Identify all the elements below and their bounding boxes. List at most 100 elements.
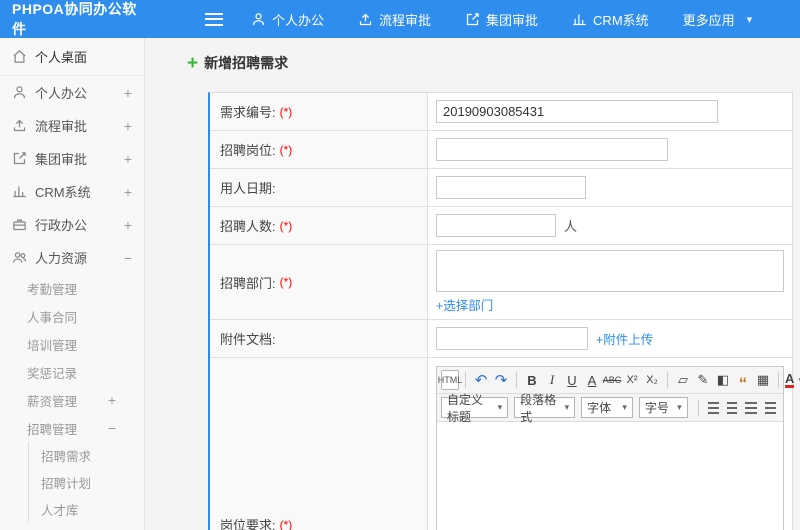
- page-title: + 新增招聘需求: [187, 50, 792, 76]
- sidebar-item-label: 集团审批: [35, 152, 88, 167]
- expand-icon[interactable]: +: [124, 118, 132, 134]
- select-value: 字体: [587, 401, 612, 415]
- table-icon[interactable]: ▦: [754, 370, 772, 390]
- sidebar-item-personal-office[interactable]: 个人办公 +: [0, 76, 144, 109]
- caret-down-icon[interactable]: ▾: [747, 13, 753, 26]
- toolbar-separator: [778, 372, 779, 388]
- sidebar-item-desktop[interactable]: 个人桌面: [0, 38, 144, 76]
- sidebar-item-recruitment[interactable]: 招聘管理 −: [0, 414, 144, 442]
- sidebar-item-group-approval[interactable]: 集团审批 +: [0, 142, 144, 175]
- font-family-select[interactable]: 字体 ▾: [581, 397, 633, 418]
- form-row-department: 招聘部门: (*) +选择部门: [210, 245, 792, 320]
- required-mark: (*): [279, 517, 293, 530]
- sidebar-item-label: 培训管理: [27, 338, 78, 353]
- sidebar-item-attendance[interactable]: 考勤管理: [0, 274, 144, 302]
- recruitment-submenu: 招聘需求 招聘计划 人才库: [28, 442, 144, 523]
- sidebar-item-hr-contract[interactable]: 人事合同: [0, 302, 144, 330]
- headcount-input[interactable]: [436, 214, 556, 237]
- collapse-icon[interactable]: −: [108, 420, 116, 436]
- italic-button[interactable]: I: [543, 370, 561, 390]
- nav-more-apps[interactable]: 更多应用: [683, 10, 735, 29]
- html-source-button[interactable]: HTML: [438, 370, 462, 390]
- nav-workflow-approval[interactable]: 流程审批: [358, 10, 431, 29]
- expand-icon[interactable]: +: [124, 151, 132, 167]
- sidebar-item-label: 考勤管理: [27, 282, 78, 297]
- nav-label: CRM系统: [593, 12, 649, 28]
- custom-heading-select[interactable]: 自定义标题 ▾: [441, 393, 509, 424]
- subscript-button[interactable]: X₂: [643, 370, 661, 390]
- font-color-button[interactable]: A ▾: [785, 370, 800, 390]
- sidebar-item-label: 薪资管理: [27, 394, 78, 409]
- app-logo: PHPOA协同办公软件: [12, 1, 137, 37]
- form-row-job-title: 招聘岗位: (*): [210, 131, 792, 169]
- department-textarea[interactable]: [436, 250, 784, 292]
- form-row-demand-number: 需求编号: (*): [210, 93, 792, 131]
- collapse-icon[interactable]: −: [124, 250, 132, 266]
- demand-number-input[interactable]: [436, 100, 718, 123]
- flow-icon: [358, 12, 373, 27]
- sidebar-item-salary[interactable]: 薪资管理 +: [0, 386, 144, 414]
- paragraph-format-select[interactable]: 段落格式 ▾: [514, 393, 576, 424]
- field-label: 需求编号:: [220, 105, 276, 120]
- sidebar-item-human-resources[interactable]: 人力资源 −: [0, 241, 144, 274]
- align-left-icon[interactable]: [707, 401, 720, 414]
- expand-icon[interactable]: +: [124, 217, 132, 233]
- underline-button[interactable]: U: [563, 370, 581, 390]
- font-size-select[interactable]: 字号 ▾: [638, 397, 688, 418]
- sidebar-item-label: 人力资源: [35, 251, 88, 266]
- office-icon: [12, 217, 27, 232]
- field-label: 岗位要求:: [220, 518, 276, 530]
- expand-icon[interactable]: +: [124, 184, 132, 200]
- hamburger-menu-icon[interactable]: [205, 12, 223, 26]
- caret-down-icon: ▾: [677, 402, 682, 412]
- blockquote-icon[interactable]: “: [734, 370, 752, 392]
- attachment-input[interactable]: [436, 327, 588, 350]
- job-requirements-editor-area[interactable]: [437, 422, 783, 530]
- sidebar-item-workflow-approval[interactable]: 流程审批 +: [0, 109, 144, 142]
- select-value: 自定义标题: [447, 392, 484, 424]
- form-row-hire-date: 用人日期:: [210, 169, 792, 207]
- nav-crm-system[interactable]: CRM系统: [572, 10, 649, 29]
- sidebar-item-label: 人事合同: [27, 310, 78, 325]
- sidebar-item-recruit-plan[interactable]: 招聘计划: [29, 469, 144, 496]
- font-style-a-button[interactable]: A: [583, 370, 601, 390]
- sidebar-item-label: 个人桌面: [35, 50, 88, 65]
- form-row-attachment: 附件文档: +附件上传: [210, 320, 792, 358]
- toolbar-separator: [667, 372, 668, 388]
- required-mark: (*): [279, 104, 293, 119]
- hire-date-input[interactable]: [436, 176, 586, 199]
- align-right-icon[interactable]: [745, 401, 757, 414]
- sidebar-item-talent-pool[interactable]: 人才库: [29, 496, 144, 523]
- sidebar-item-label: 人才库: [41, 504, 79, 518]
- nav-label: 流程审批: [379, 12, 432, 28]
- strikethrough-button[interactable]: ABC: [603, 370, 622, 390]
- expand-icon[interactable]: +: [124, 85, 132, 101]
- sidebar-item-recruit-demand[interactable]: 招聘需求: [29, 442, 144, 469]
- align-center-icon[interactable]: [727, 401, 738, 414]
- undo-icon[interactable]: ↶: [472, 370, 490, 390]
- bold-button[interactable]: B: [523, 370, 541, 390]
- redo-icon[interactable]: ↷: [492, 370, 510, 390]
- sidebar-item-label: 招聘计划: [41, 477, 92, 491]
- topbar: PHPOA协同办公软件 个人办公 流程审批 集团审批 CRM系统 更多应用 ▾: [0, 0, 800, 38]
- expand-icon[interactable]: +: [108, 392, 116, 408]
- format-brush-icon[interactable]: ✎: [694, 370, 712, 390]
- select-department-link[interactable]: +选择部门: [436, 295, 493, 314]
- sidebar-item-rewards[interactable]: 奖惩记录: [0, 358, 144, 386]
- page-title-text: 新增招聘需求: [204, 55, 289, 71]
- nav-group-approval[interactable]: 集团审批: [465, 10, 538, 29]
- toolbar-separator: [465, 372, 466, 388]
- nav-personal-office[interactable]: 个人办公: [251, 10, 324, 29]
- required-mark: (*): [279, 275, 293, 289]
- sidebar-item-crm[interactable]: CRM系统 +: [0, 175, 144, 208]
- job-title-input[interactable]: [436, 138, 668, 161]
- highlight-icon[interactable]: ◧: [714, 370, 732, 390]
- sidebar-item-training[interactable]: 培训管理: [0, 330, 144, 358]
- superscript-button[interactable]: X²: [623, 370, 641, 390]
- sidebar-item-admin-office[interactable]: 行政办公 +: [0, 208, 144, 241]
- remove-format-icon[interactable]: ▱: [674, 370, 692, 390]
- attachment-upload-link[interactable]: +附件上传: [596, 329, 653, 348]
- align-justify-icon[interactable]: [764, 401, 777, 414]
- main-content: + 新增招聘需求 需求编号: (*) 招聘岗位: (*): [145, 38, 800, 530]
- nav-label: 个人办公: [272, 12, 325, 28]
